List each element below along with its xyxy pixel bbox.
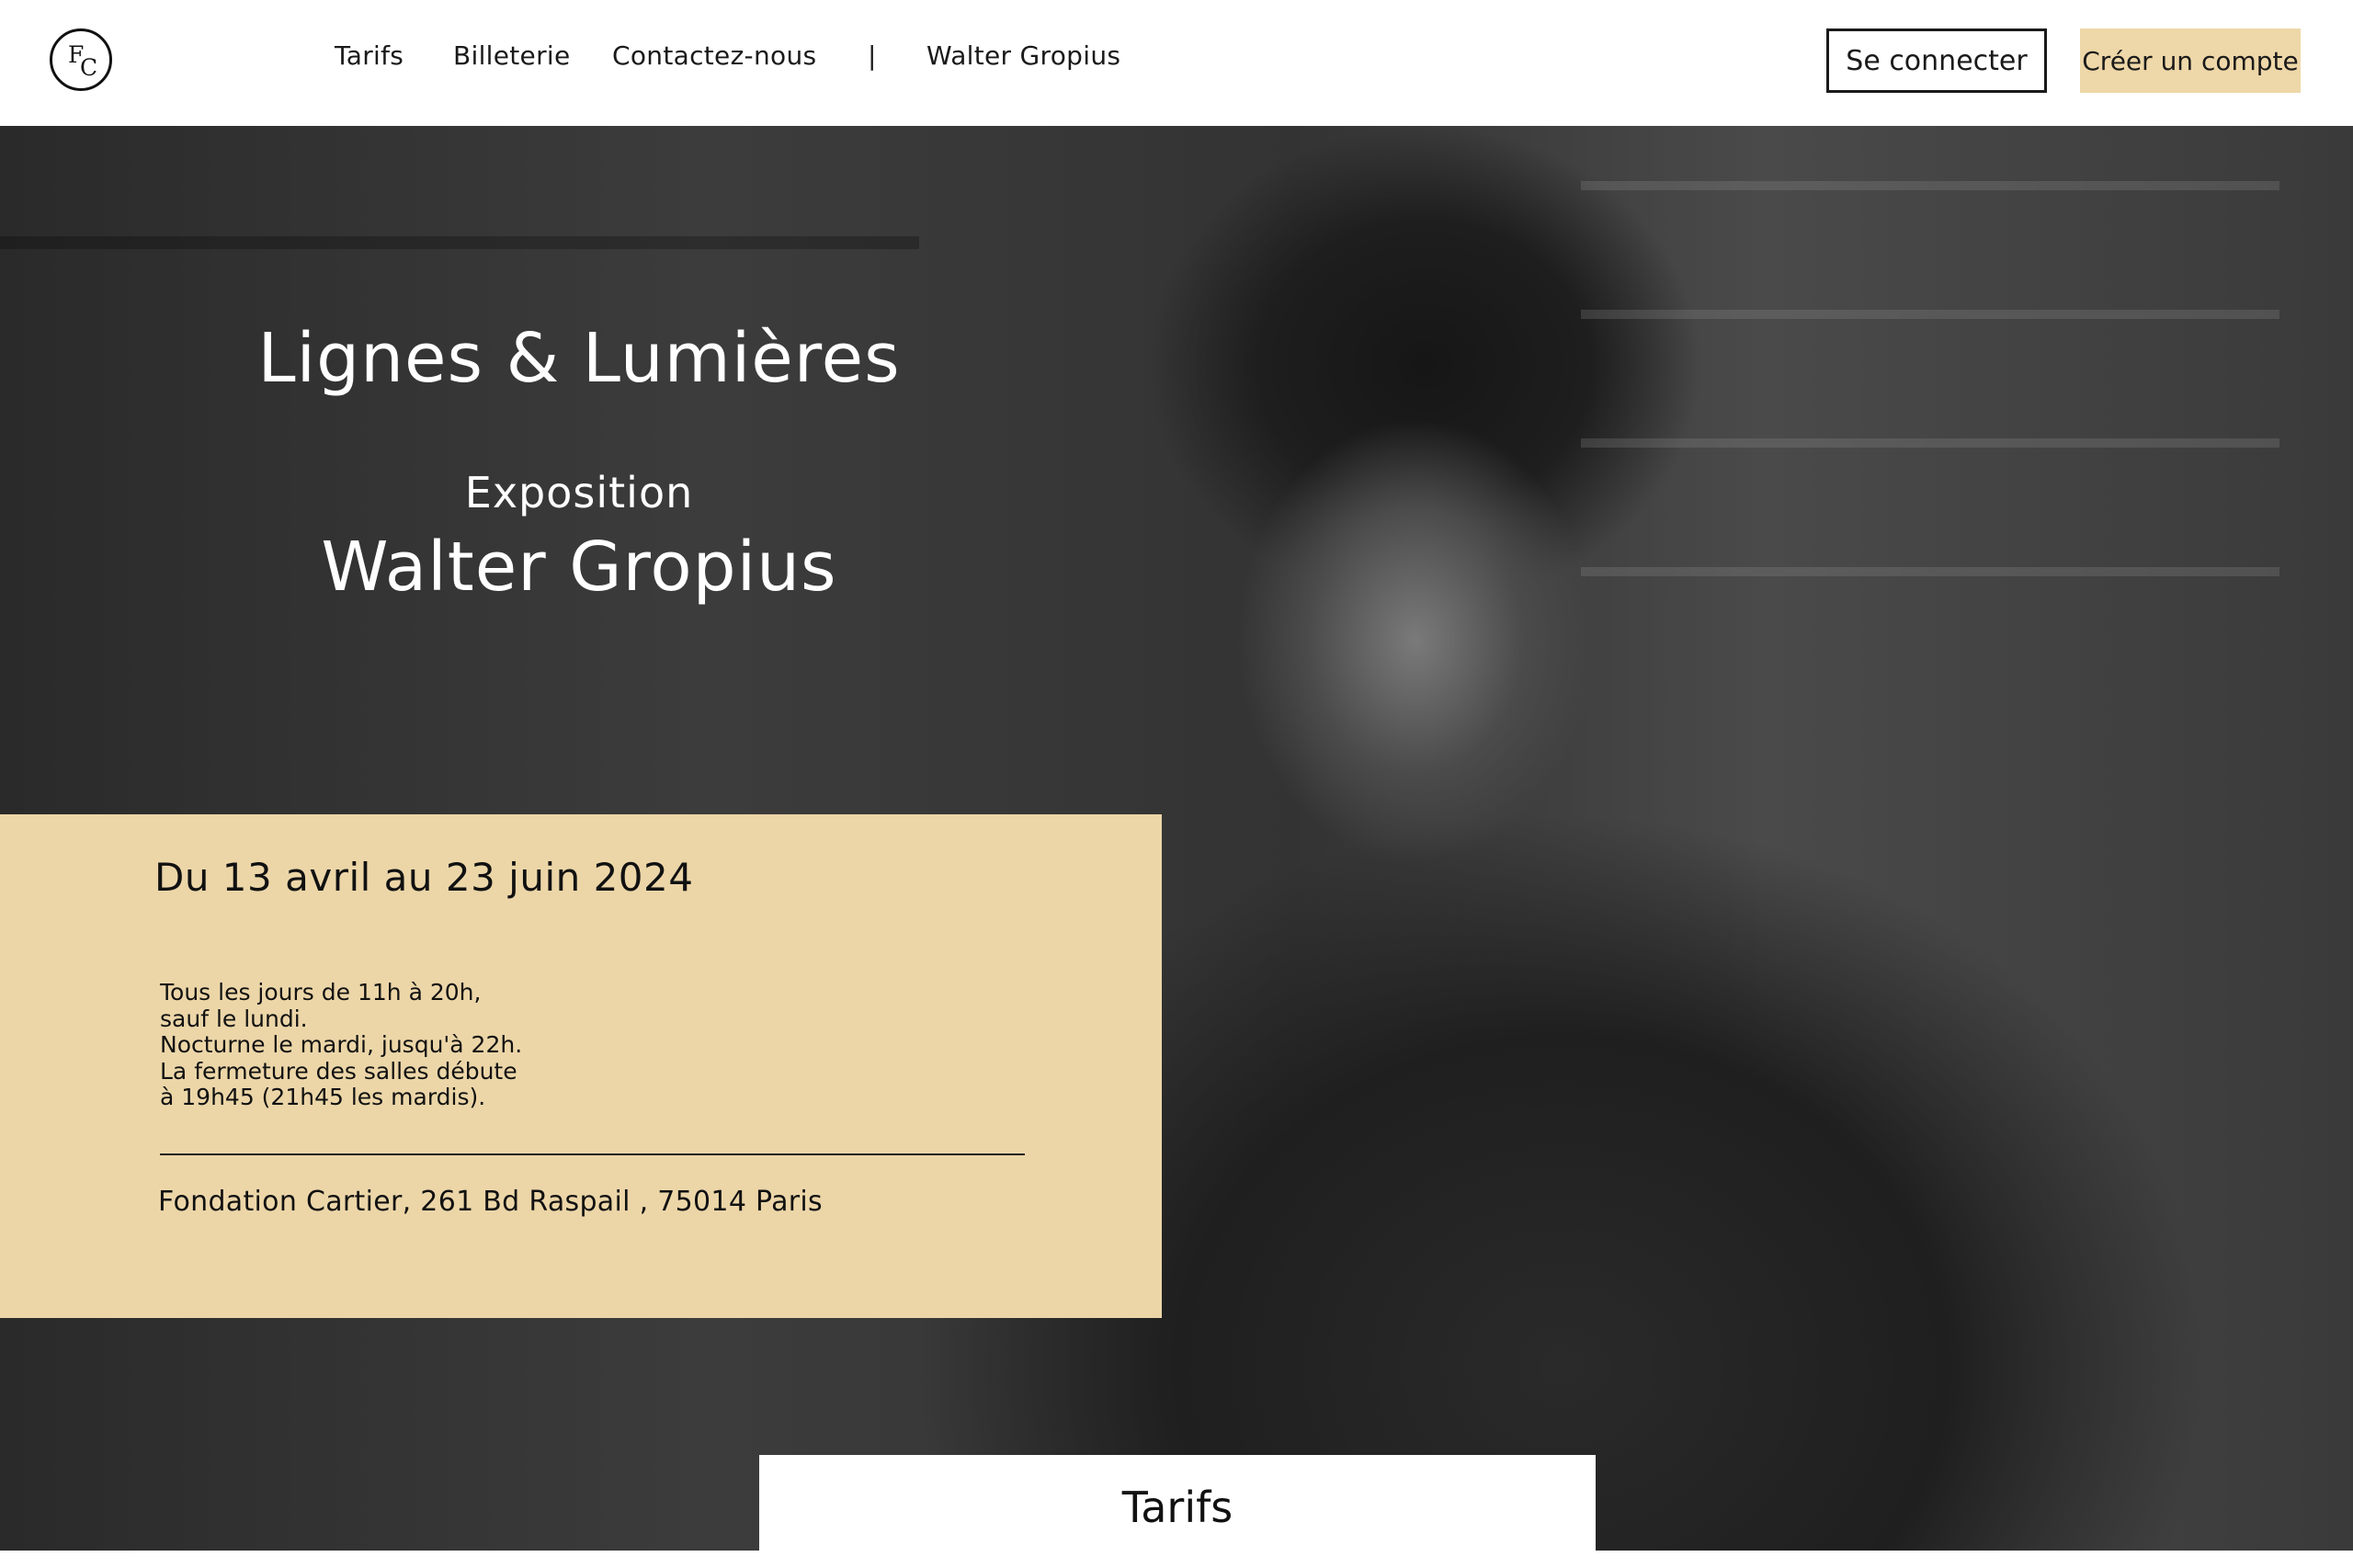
tarifs-section-label: Tarifs: [1121, 1483, 1233, 1532]
hours-line: sauf le lundi.: [160, 1005, 308, 1032]
desk-shelf: [0, 236, 919, 249]
venue-address: Fondation Cartier, 261 Bd Raspail , 7501…: [158, 1186, 823, 1218]
logo-letter-c: C: [80, 54, 98, 81]
site-header: F C Tarifs Billeterie Contactez-nous | W…: [0, 0, 2353, 127]
hours-line: La fermeture des salles débute: [160, 1057, 517, 1085]
exhibition-title: Lignes & Lumières: [257, 319, 901, 398]
exhibition-artist: Walter Gropius: [321, 528, 837, 607]
bookshelf-line: [1581, 438, 2279, 448]
hours-line: à 19h45 (21h45 les mardis).: [160, 1084, 486, 1110]
info-divider: [160, 1153, 1025, 1155]
bookshelf-line: [1581, 567, 2279, 576]
signup-button[interactable]: Créer un compte: [2080, 28, 2301, 93]
nav-link-contact[interactable]: Contactez-nous: [612, 40, 816, 71]
tarifs-section-tab[interactable]: Tarifs: [759, 1455, 1596, 1568]
login-button[interactable]: Se connecter: [1826, 28, 2047, 93]
exhibition-kicker: Exposition: [464, 468, 694, 517]
nav-link-tarifs[interactable]: Tarifs: [335, 40, 404, 71]
hours-line: Nocturne le mardi, jusqu'à 22h.: [160, 1031, 523, 1058]
exhibition-info-panel: Du 13 avril au 23 juin 2024 Tous les jou…: [0, 814, 1162, 1318]
exhibition-dates: Du 13 avril au 23 juin 2024: [154, 855, 694, 900]
nav-separator: |: [868, 40, 877, 71]
fc-logo[interactable]: F C: [50, 28, 112, 91]
nav-link-billeterie[interactable]: Billeterie: [453, 40, 571, 71]
nav-link-walter-gropius[interactable]: Walter Gropius: [926, 40, 1120, 71]
opening-hours: Tous les jours de 11h à 20h, sauf le lun…: [160, 979, 523, 1111]
bookshelf-line: [1581, 181, 2279, 190]
hours-line: Tous les jours de 11h à 20h,: [160, 979, 482, 1006]
bookshelf-line: [1581, 310, 2279, 319]
